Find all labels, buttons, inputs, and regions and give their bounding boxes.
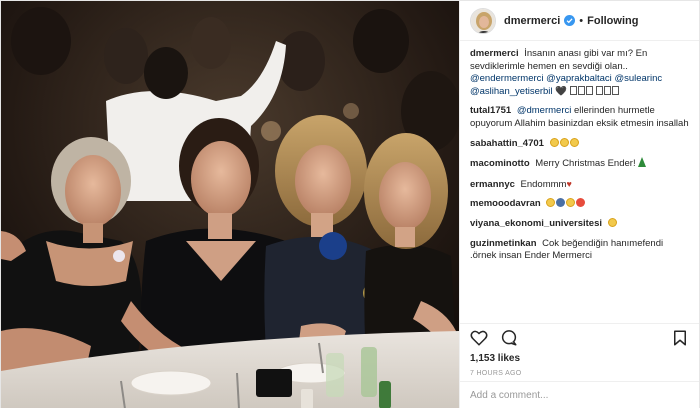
comment-icon[interactable] xyxy=(500,329,518,347)
caption-username[interactable]: dmermerci xyxy=(470,48,519,59)
separator-dot: • xyxy=(579,14,584,27)
comment-username[interactable]: sabahattin_4701 xyxy=(470,138,544,149)
comment-username[interactable]: ermannyc xyxy=(470,179,515,190)
thumbs-up-icon xyxy=(607,217,617,227)
comments-list: dmermerci İnsanın anası gibi var mı? En … xyxy=(460,41,699,323)
avatar-image xyxy=(471,8,495,33)
restaurant-group-photo xyxy=(1,1,459,408)
comment: macominotto Merry Christmas Ender! xyxy=(470,157,689,171)
comment-text: Endommm xyxy=(520,178,567,190)
face-icon xyxy=(546,198,556,208)
clap-icon xyxy=(569,137,579,147)
christmas-tree-icon xyxy=(638,157,647,168)
symbol-icon xyxy=(612,85,620,95)
symbol-icon xyxy=(596,85,604,95)
comment: ermannyc Endommm♥ xyxy=(470,178,689,192)
comment: viyana_ekonomi_universitesi xyxy=(470,217,689,231)
comment-username[interactable]: memooodavran xyxy=(470,198,541,209)
caption: dmermerci İnsanın anası gibi var mı? En … xyxy=(470,48,689,98)
instagram-post: dmermerci • Following dmermerci İnsanın … xyxy=(0,0,700,408)
face-icon xyxy=(556,198,566,208)
add-comment-bar xyxy=(460,381,699,408)
comment-username[interactable]: tutal1751 xyxy=(470,105,511,116)
mention-link[interactable]: @sulearinc xyxy=(614,73,662,84)
heart-icon: 🖤 xyxy=(555,85,568,97)
comment: tutal1751 @dmermerci ellerinden hurmetle… xyxy=(470,105,689,130)
mention-link[interactable]: @aslihan_yetiserbil xyxy=(470,86,553,97)
heart-icon[interactable] xyxy=(470,329,488,347)
bookmark-icon[interactable] xyxy=(671,329,689,347)
post-photo[interactable] xyxy=(1,1,459,408)
avatar[interactable] xyxy=(470,7,496,34)
comment-username[interactable]: viyana_ekonomi_universitesi xyxy=(470,218,602,229)
face-icon xyxy=(576,198,586,208)
action-bar xyxy=(460,323,699,351)
comment: memooodavran xyxy=(470,198,689,211)
mention-link[interactable]: @yaprakbaltaci xyxy=(546,73,612,84)
symbol-icon xyxy=(569,85,577,95)
face-icon xyxy=(566,198,576,208)
clap-icon xyxy=(559,137,569,147)
mention-link[interactable]: @dmermerci xyxy=(517,105,572,116)
symbol-icon xyxy=(585,85,593,95)
post-header: dmermerci • Following xyxy=(460,1,699,41)
comment: sabahattin_4701 xyxy=(470,137,689,151)
symbol-icon xyxy=(604,85,612,95)
post-time: 7 HOURS AGO xyxy=(470,370,522,377)
following-button[interactable]: Following xyxy=(587,15,638,27)
clap-icon xyxy=(549,137,559,147)
header-username[interactable]: dmermerci xyxy=(504,15,560,27)
heart-icon: ♥ xyxy=(566,178,572,189)
post-sidebar: dmermerci • Following dmermerci İnsanın … xyxy=(459,1,699,408)
symbol-icon xyxy=(577,85,585,95)
likes-count[interactable]: 1,153 likes xyxy=(460,351,699,367)
comment-input[interactable] xyxy=(470,390,689,401)
mention-link[interactable]: @endermermerci xyxy=(470,73,544,84)
comment: guzinmetinkan Cok beğendiğin hanımefendi… xyxy=(470,238,689,263)
verified-badge-icon xyxy=(564,15,576,26)
comment-text: Merry Christmas Ender! xyxy=(535,158,636,170)
comment-username[interactable]: macominotto xyxy=(470,158,530,169)
comment-username[interactable]: guzinmetinkan xyxy=(470,238,537,249)
